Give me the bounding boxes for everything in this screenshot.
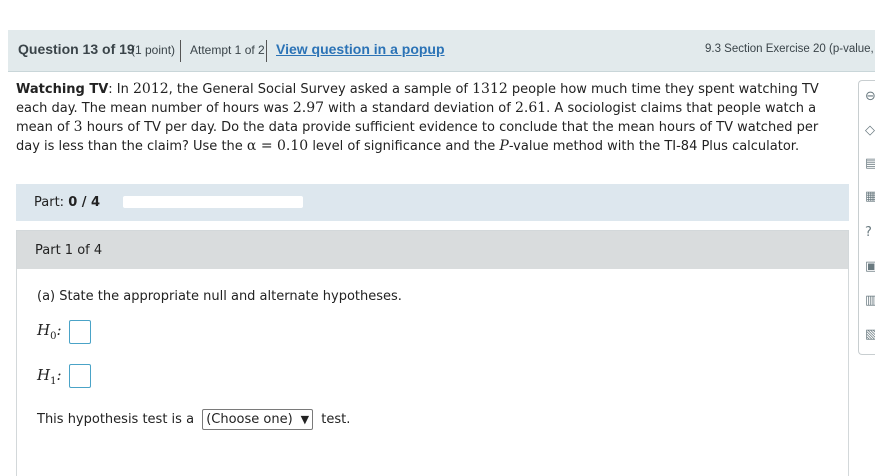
section-label: 9.3 Section Exercise 20 (p-value, ca	[705, 43, 875, 55]
sample-mean: 2.97	[292, 100, 325, 116]
view-popup-link[interactable]: View question in a popup	[276, 41, 445, 57]
sample-size: 1312	[472, 81, 508, 97]
select-value: (Choose one)	[206, 412, 293, 427]
print-icon[interactable]: ▣	[865, 259, 875, 275]
question-number: Question 13 of 19	[18, 41, 135, 57]
part-progress-bar: Part: 0 / 4	[16, 184, 849, 221]
h0-symbol: H	[37, 321, 51, 339]
help-icon[interactable]: ?	[865, 225, 875, 241]
h1-input[interactable]	[69, 364, 91, 388]
claimed-mean: 3	[73, 119, 83, 135]
part-card-title: Part 1 of 4	[35, 243, 103, 258]
test-type-select[interactable]: (Choose one) ▼	[202, 409, 314, 430]
attempt-counter: Attempt 1 of 2	[190, 43, 265, 57]
tool-sidebar: ⊖ ◇ ▤ ▦ ? ▣ ▥ ▧	[858, 80, 875, 355]
part-card-header: Part 1 of 4	[17, 231, 848, 269]
standard-deviation: 2.61	[514, 100, 547, 116]
header-divider	[180, 40, 181, 62]
h0-label: H0:	[37, 321, 62, 342]
notes-icon[interactable]: ▤	[865, 156, 875, 172]
part-label-text: Part:	[34, 195, 65, 210]
problem-text: , the General Social Survey asked a samp…	[168, 82, 473, 97]
problem-text: level of significance and the	[308, 139, 500, 154]
book-icon[interactable]: ▧	[865, 327, 875, 343]
top-strip	[0, 0, 875, 30]
survey-year: 2012	[133, 81, 169, 97]
test-suffix: test.	[321, 412, 351, 427]
header-divider	[266, 40, 267, 62]
question-prompt: (a) State the appropriate null and alter…	[37, 289, 402, 304]
test-prefix: This hypothesis test is a	[37, 412, 195, 427]
h0-input[interactable]	[69, 320, 91, 344]
problem-text: : In	[108, 82, 134, 97]
problem-title: Watching TV	[16, 82, 109, 97]
calculator-icon[interactable]: ▦	[865, 189, 875, 205]
problem-text: with a standard deviation of	[324, 101, 515, 116]
question-header: Question 13 of 19 (1 point) Attempt 1 of…	[8, 30, 875, 72]
eraser-icon[interactable]: ◇	[865, 123, 875, 139]
chart-icon[interactable]: ▥	[865, 293, 875, 309]
h1-label: H1:	[37, 366, 62, 387]
h1-symbol: H	[37, 366, 51, 384]
p-symbol: P	[499, 138, 509, 154]
test-type-line: This hypothesis test is a (Choose one) ▼ …	[37, 409, 350, 430]
h0-colon: :	[56, 321, 62, 339]
progress-track	[123, 196, 303, 208]
part-card: Part 1 of 4 (a) State the appropriate nu…	[16, 230, 849, 476]
part-progress-label: Part: 0 / 4	[34, 195, 100, 210]
h1-colon: :	[56, 366, 62, 384]
problem-statement: Watching TV: In 2012, the General Social…	[16, 80, 838, 156]
problem-text: -value method with the TI-84 Plus calcul…	[508, 139, 800, 154]
significance-level: α = 0.10	[246, 138, 309, 154]
chevron-down-icon: ▼	[300, 413, 310, 426]
expand-icon[interactable]: ⊖	[865, 89, 875, 105]
part-progress-value: 0 / 4	[68, 195, 101, 210]
question-points: (1 point)	[131, 43, 176, 57]
